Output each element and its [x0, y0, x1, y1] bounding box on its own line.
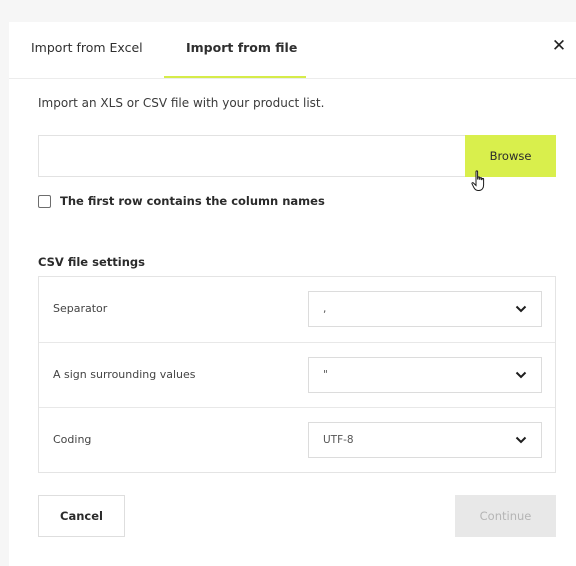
separator-value: , — [323, 303, 327, 315]
coding-select[interactable]: UTF-8 — [308, 422, 542, 458]
enclosure-value: " — [323, 369, 328, 381]
hand-pointer-icon — [471, 170, 485, 191]
separator-label: Separator — [53, 302, 108, 315]
chevron-down-icon — [515, 305, 527, 313]
csv-settings-panel: Separator , A sign surrounding values " … — [38, 276, 556, 473]
csv-settings-title: CSV file settings — [38, 255, 145, 269]
tab-import-from-file[interactable]: Import from file — [186, 40, 297, 56]
file-path-input[interactable] — [39, 136, 465, 176]
background-strip-top — [0, 0, 576, 22]
import-dialog: Import from Excel Import from file ✕ Imp… — [9, 22, 576, 566]
first-row-checkbox-label[interactable]: The first row contains the column names — [60, 194, 325, 208]
settings-row-separator: Separator , — [39, 277, 555, 342]
tab-bar: Import from Excel Import from file — [9, 22, 576, 79]
continue-button[interactable]: Continue — [455, 495, 556, 537]
active-tab-indicator — [164, 76, 306, 78]
chevron-down-icon — [515, 371, 527, 379]
enclosure-label: A sign surrounding values — [53, 368, 196, 381]
tab-import-from-excel[interactable]: Import from Excel — [31, 40, 143, 56]
separator-select[interactable]: , — [308, 291, 542, 327]
chevron-down-icon — [515, 436, 527, 444]
coding-value: UTF-8 — [323, 434, 354, 446]
coding-label: Coding — [53, 433, 92, 446]
enclosure-select[interactable]: " — [308, 357, 542, 393]
intro-text: Import an XLS or CSV file with your prod… — [38, 96, 325, 110]
close-icon[interactable]: ✕ — [549, 36, 569, 56]
settings-row-enclosure: A sign surrounding values " — [39, 342, 555, 408]
first-row-checkbox[interactable] — [38, 195, 51, 208]
settings-row-coding: Coding UTF-8 — [39, 407, 555, 473]
background-strip-left — [0, 22, 9, 566]
cancel-button[interactable]: Cancel — [38, 495, 125, 537]
